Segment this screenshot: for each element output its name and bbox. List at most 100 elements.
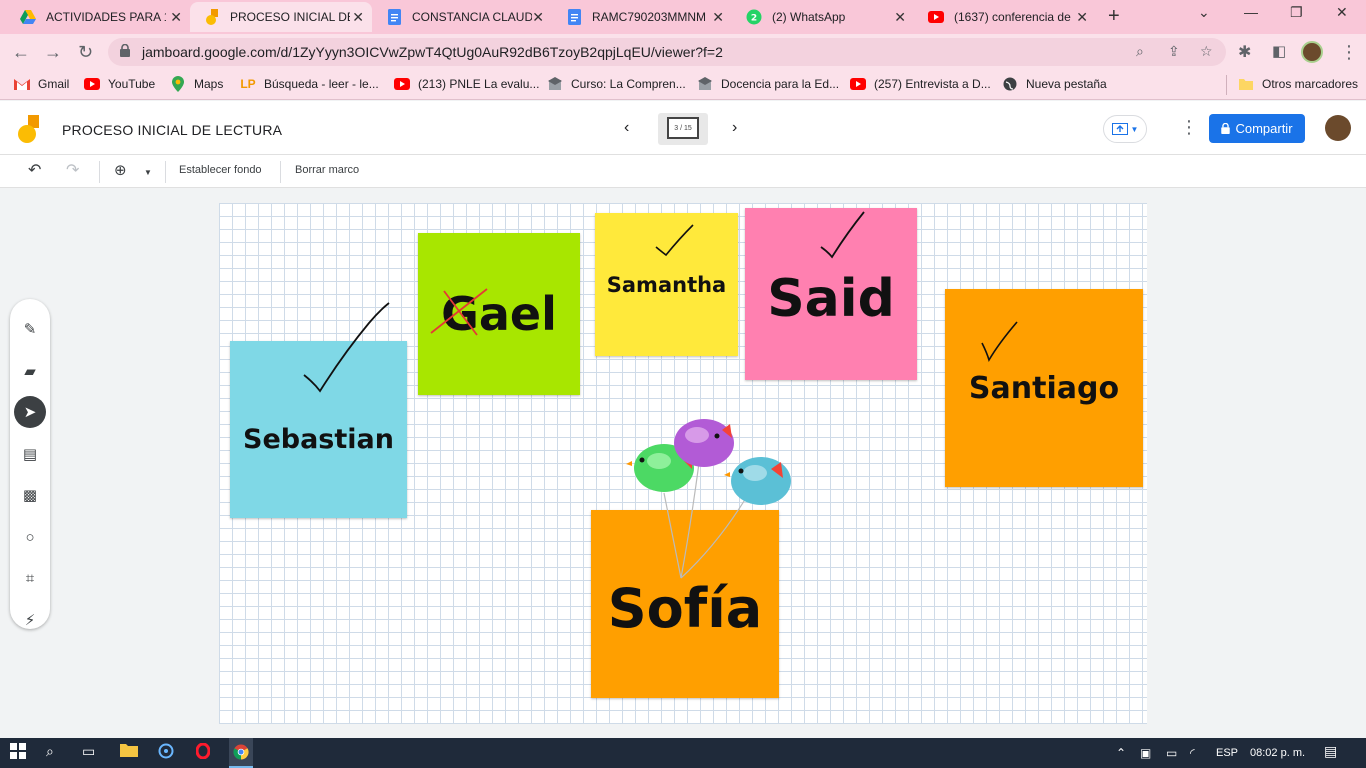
sticky-note-samantha[interactable]: Samantha (595, 213, 738, 356)
redo-icon[interactable]: ↷ (66, 160, 79, 180)
opera-icon[interactable] (195, 742, 211, 762)
forward-icon[interactable]: → (44, 42, 62, 63)
bookmark-other[interactable]: Otros marcadores (1238, 76, 1358, 92)
cortana-icon[interactable] (158, 743, 174, 762)
windows-start-icon[interactable] (10, 743, 26, 762)
tab-actividades[interactable]: ACTIVIDADES PARA 1° ✕ (6, 2, 190, 32)
svg-text:2: 2 (751, 14, 757, 24)
bookmark-youtube[interactable]: YouTube (84, 76, 155, 92)
star-icon[interactable]: ☆ (1200, 43, 1213, 60)
bookmark-gmail[interactable]: Gmail (14, 76, 69, 92)
set-background-button[interactable]: Establecer fondo (179, 164, 262, 176)
sticky-note-said[interactable]: Said (745, 208, 917, 380)
bookmark-entrevista[interactable]: (257) Entrevista a D... (850, 76, 991, 92)
windows-taskbar: ⌕ ▭ ⌃ ▣ ▭ ◜ ESP 08:02 p. m. ▤ (0, 738, 1366, 768)
note-text: Samantha (606, 272, 727, 297)
bookmark-nueva-pestana[interactable]: Nueva pestaña (1002, 76, 1107, 92)
close-icon[interactable]: ✕ (894, 9, 906, 26)
share-page-icon[interactable]: ⇪ (1168, 43, 1180, 60)
purple-bird-balloon-icon (674, 419, 734, 467)
search-icon[interactable]: ⌕ (46, 743, 54, 760)
tab-proceso-inicial[interactable]: PROCESO INICIAL DE L ✕ (190, 2, 372, 32)
wifi-icon[interactable]: ◜ (1190, 746, 1195, 760)
sticky-note-santiago[interactable]: Santiago (945, 289, 1143, 487)
task-view-icon[interactable]: ▭ (82, 743, 95, 760)
course-icon (547, 76, 563, 92)
undo-icon[interactable]: ↶ (28, 160, 41, 180)
file-explorer-icon[interactable] (120, 743, 138, 760)
avatar[interactable] (1301, 41, 1323, 63)
clock[interactable]: 08:02 p. m. (1250, 747, 1305, 759)
jamboard-frame[interactable]: Sebastian Gael Samantha Said Santiago So… (219, 203, 1147, 724)
close-icon[interactable]: ✕ (532, 9, 544, 26)
bookmark-busqueda[interactable]: LP Búsqueda - leer - le... (240, 76, 378, 92)
close-icon[interactable]: ✕ (352, 9, 364, 26)
bookmark-curso[interactable]: Curso: La Compren... (547, 76, 686, 92)
tray-chevron-icon[interactable]: ⌃ (1116, 746, 1126, 760)
google-docs-icon (566, 9, 582, 25)
zoom-icon[interactable]: ⊕ (114, 161, 127, 179)
bookmarks-bar: Gmail YouTube Maps LP Búsqueda - leer - … (0, 70, 1366, 100)
jam-title[interactable]: PROCESO INICIAL DE LECTURA (62, 122, 282, 138)
close-icon[interactable]: ✕ (712, 9, 724, 26)
select-icon[interactable]: ➤ (14, 396, 46, 428)
google-docs-icon (386, 9, 402, 25)
sticky-note-gael[interactable]: Gael (418, 233, 580, 395)
frame-indicator: 3 / 15 (667, 117, 699, 139)
close-icon[interactable]: ✕ (1076, 9, 1088, 26)
language-indicator[interactable]: ESP (1216, 747, 1238, 759)
tab-ramc[interactable]: RAMC790203MMNM ✕ (552, 2, 732, 32)
bookmark-maps[interactable]: Maps (170, 76, 223, 92)
user-avatar[interactable] (1325, 115, 1351, 141)
next-frame-icon[interactable]: › (732, 119, 737, 137)
share-button[interactable]: Compartir (1209, 114, 1305, 143)
youtube-icon (394, 76, 410, 92)
zoom-icon[interactable]: ⌕ (1136, 43, 1144, 60)
url-text[interactable]: jamboard.google.com/d/1ZyYyyn3OICVwZpwT4… (142, 44, 723, 60)
folder-icon (1238, 76, 1254, 92)
image-icon[interactable]: ▩ (14, 479, 46, 511)
course-icon (697, 76, 713, 92)
green-bird-balloon-icon (634, 444, 694, 492)
action-center-icon[interactable]: ▤ (1324, 743, 1337, 760)
battery-icon[interactable]: ▭ (1166, 746, 1177, 760)
bookmark-docencia[interactable]: Docencia para la Ed... (697, 76, 839, 92)
prev-frame-icon[interactable]: ‹ (624, 119, 629, 137)
tab-constancia[interactable]: CONSTANCIA CLAUDI ✕ (372, 2, 552, 32)
text-box-icon[interactable]: ⌗ (14, 562, 46, 594)
present-button[interactable]: ▼ (1103, 115, 1147, 143)
pen-icon[interactable]: ✎ (14, 313, 46, 345)
toolbar-divider (165, 161, 166, 183)
jamboard-header: PROCESO INICIAL DE LECTURA ‹ 3 / 15 › ▼ … (0, 101, 1366, 155)
laser-icon[interactable]: ⚡ (14, 604, 46, 636)
circle-icon[interactable]: ○ (14, 521, 46, 553)
more-options-icon[interactable]: ⋮ (1180, 117, 1198, 138)
close-icon[interactable]: ✕ (170, 9, 182, 26)
side-panel-icon[interactable]: ◧ (1272, 42, 1286, 60)
frame-bar-button[interactable]: 3 / 15 (658, 113, 708, 145)
notification-tray-icon[interactable]: ▣ (1140, 746, 1151, 760)
omnibox[interactable]: jamboard.google.com/d/1ZyYyyn3OICVwZpwT4… (108, 38, 1226, 66)
bookmark-pnle[interactable]: (213) PNLE La evalu... (394, 76, 539, 92)
back-icon[interactable]: ← (12, 42, 30, 63)
sticky-note-sebastian[interactable]: Sebastian (230, 341, 407, 518)
google-drive-icon (20, 9, 36, 25)
sticky-note-icon[interactable]: ▤ (14, 438, 46, 470)
extensions-icon[interactable]: ✱ (1238, 42, 1251, 62)
zoom-dropdown-icon[interactable]: ▼ (144, 168, 152, 177)
eraser-icon[interactable]: ▰ (14, 355, 46, 387)
tab-search-icon[interactable]: ⌄ (1198, 4, 1210, 21)
close-window-button[interactable]: ✕ (1336, 4, 1348, 21)
new-tab-button[interactable]: + (1108, 5, 1120, 28)
restore-button[interactable]: ❐ (1290, 4, 1303, 21)
lock-icon[interactable] (120, 43, 130, 58)
menu-icon[interactable]: ⋮ (1340, 42, 1358, 63)
tab-whatsapp[interactable]: 2 (2) WhatsApp ✕ (732, 2, 914, 32)
tab-conferencia[interactable]: (1637) conferencia de ✕ (914, 2, 1096, 32)
chrome-icon[interactable] (229, 738, 253, 768)
sticky-note-sofia[interactable]: Sofía (591, 510, 779, 698)
gmail-icon (14, 76, 30, 92)
reload-icon[interactable]: ↻ (78, 42, 93, 63)
clear-frame-button[interactable]: Borrar marco (295, 164, 359, 176)
minimize-button[interactable]: — (1244, 4, 1258, 20)
